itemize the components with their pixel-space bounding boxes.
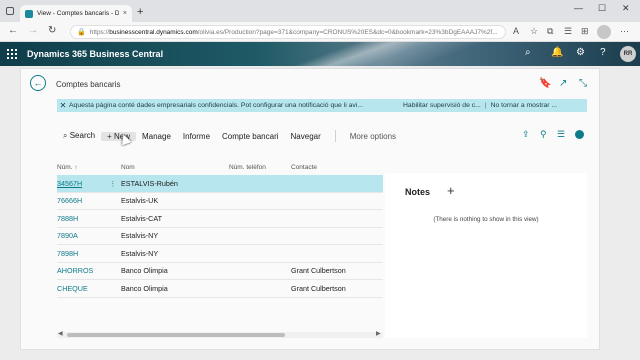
manage-menu[interactable]: Manage [136, 132, 177, 141]
notification-bar: ✕ Aquesta pàgina conté dades empresarial… [57, 99, 587, 112]
row-nom: Estalvis-NY [121, 231, 159, 241]
row-num-link[interactable]: 7888H [57, 214, 105, 223]
table-row[interactable]: 7890A Estalvis-NY [57, 228, 383, 245]
plus-icon: + [107, 131, 114, 141]
row-nom: Estalvis-CAT [121, 213, 162, 223]
minimize-icon[interactable]: — [574, 3, 583, 13]
row-num-link[interactable]: 76666H [57, 196, 105, 205]
notes-empty-text: (There is nothing to show in this view) [433, 216, 539, 223]
bookmark-icon[interactable]: 🔖 [539, 78, 551, 89]
table-row[interactable]: 7888H Estalvis-CAT [57, 210, 383, 228]
row-contact: Grant Culbertson [291, 266, 346, 276]
scrollbar-thumb[interactable] [67, 333, 285, 337]
browser-tab-bar: View - Comptes bancaris - Dyna × + — ☐ ✕ [0, 0, 640, 22]
settings-gear-icon[interactable]: ⚙ [576, 47, 585, 58]
column-header-tel[interactable]: Núm. telèfon [229, 164, 291, 171]
filter-icon[interactable]: ⚲ [540, 129, 547, 140]
more-options-button[interactable]: More options [344, 132, 402, 141]
row-num-link[interactable]: 7890A [57, 231, 105, 240]
app-title[interactable]: Dynamics 365 Business Central [27, 49, 163, 59]
factbox-toggle-icon[interactable] [575, 130, 584, 139]
share-icon[interactable]: ⇪ [522, 129, 530, 140]
collapse-icon[interactable]: ⤡ [579, 78, 587, 89]
app-launcher-icon[interactable] [7, 49, 17, 59]
table-row[interactable]: 34567H ⋮ ESTALVIS-Rubén [57, 175, 383, 193]
search-icon[interactable]: ⌕ [525, 47, 531, 58]
dismiss-notification-icon[interactable]: ✕ [57, 101, 69, 110]
bank-accounts-table: Núm. ↑ Nom Núm. telèfon Contacte 34567H … [57, 159, 383, 298]
profile-icon[interactable] [597, 25, 611, 39]
forward-arrow-icon[interactable]: → [28, 25, 38, 36]
page-title: Comptes bancaris [56, 80, 121, 89]
bank-account-menu[interactable]: Compte bancari [216, 132, 284, 141]
column-header-contact[interactable]: Contacte [291, 164, 383, 171]
table-row[interactable]: 7898H Estalvis-NY [57, 245, 383, 263]
page-card: ← Comptes bancaris 🔖 ↗ ⤡ ✕ Aquesta pàgin… [20, 68, 600, 350]
row-num-link[interactable]: CHEQUE [57, 284, 105, 293]
search-action[interactable]: ⌕ Search [57, 131, 101, 141]
navigate-menu[interactable]: Navegar [285, 132, 327, 141]
browser-menu-icon[interactable]: ⋯ [620, 26, 629, 37]
lock-icon: 🔒 [77, 29, 86, 36]
report-menu[interactable]: Informe [177, 132, 216, 141]
action-separator [334, 130, 336, 142]
favorite-star-icon[interactable]: ☆ [530, 26, 538, 37]
browser-tab[interactable]: View - Comptes bancaris - Dyna × [20, 5, 132, 22]
header-banner-image [230, 42, 530, 66]
open-new-window-icon[interactable]: ↗ [559, 78, 567, 89]
address-bar: ← → ↻ 🔒 https://businesscentral.dynamics… [0, 22, 640, 42]
window-close-icon[interactable]: ✕ [622, 3, 630, 14]
table-row[interactable]: 76666H Estalvis-UK [57, 193, 383, 210]
split-screen-icon[interactable]: ⧉ [547, 26, 553, 37]
collections-icon[interactable]: ⊞ [581, 26, 589, 37]
new-tab-button[interactable]: + [137, 6, 143, 18]
search-icon: ⌕ [63, 131, 70, 140]
notifications-icon[interactable]: 🔔 [551, 47, 563, 58]
row-num-link[interactable]: AHORROS [57, 266, 105, 275]
notes-factbox: Notes + (There is nothing to show in thi… [385, 173, 587, 338]
url-prefix: https:// [89, 28, 110, 36]
row-nom: Estalvis-NY [121, 248, 159, 258]
table-row[interactable]: CHEQUE Banco Olimpia Grant Culbertson [57, 280, 383, 298]
favicon-icon [25, 9, 33, 18]
scroll-left-icon[interactable]: ◀ [58, 330, 63, 337]
horizontal-scrollbar[interactable]: ◀ ▶ [57, 330, 383, 338]
row-nom: Banco Olimpia [121, 266, 168, 276]
url-host: businesscentral.dynamics.com [109, 28, 198, 36]
maximize-icon[interactable]: ☐ [598, 3, 606, 14]
url-field[interactable]: 🔒 https://businesscentral.dynamics.com/o… [70, 25, 506, 39]
enable-monitoring-link[interactable]: Habilitar supervisió de c... [399, 102, 485, 109]
list-view-icon[interactable]: ☰ [557, 129, 565, 140]
row-nom: Banco Olimpia [121, 283, 168, 293]
dont-show-again-link[interactable]: No tornar a mostrar ... [487, 102, 561, 109]
read-aloud-icon[interactable]: A [513, 26, 519, 36]
row-contact: Grant Culbertson [291, 283, 346, 293]
tab-close-icon[interactable]: × [123, 10, 127, 17]
back-button[interactable]: ← [30, 75, 46, 91]
column-header-nom[interactable]: Nom [121, 164, 229, 171]
table-header: Núm. ↑ Nom Núm. telèfon Contacte [57, 159, 383, 175]
row-nom: Estalvis-UK [121, 196, 159, 206]
app-header: Dynamics 365 Business Central ⌕ 🔔 ⚙ ? RR [0, 42, 640, 66]
notes-title: Notes [405, 187, 431, 197]
row-nom: ESTALVIS-Rubén [121, 178, 178, 188]
add-note-icon[interactable]: + [447, 183, 455, 198]
favorites-icon[interactable]: ☰ [564, 26, 572, 37]
row-menu-icon[interactable]: ⋮ [105, 179, 121, 188]
row-num-link[interactable]: 7898H [57, 249, 105, 258]
table-row[interactable]: AHORROS Banco Olimpia Grant Culbertson [57, 263, 383, 280]
tab-title: View - Comptes bancaris - Dyna [37, 10, 119, 17]
row-num-link[interactable]: 34567H [57, 179, 105, 188]
back-arrow-icon[interactable]: ← [8, 25, 18, 36]
action-bar: ⌕ Search + New Manage Informe Compte ban… [57, 129, 587, 143]
url-path: /olivia.es/Production?page=371&company=C… [197, 28, 498, 36]
refresh-icon[interactable]: ↻ [48, 25, 56, 36]
user-avatar[interactable]: RR [620, 46, 636, 62]
tab-actions-icon[interactable] [6, 7, 14, 15]
scroll-right-icon[interactable]: ▶ [376, 330, 381, 337]
search-label: Search [69, 131, 96, 140]
help-icon[interactable]: ? [600, 47, 606, 58]
notification-message: Aquesta pàgina conté dades empresarials … [69, 102, 363, 109]
column-header-num[interactable]: Núm. ↑ [57, 164, 121, 171]
